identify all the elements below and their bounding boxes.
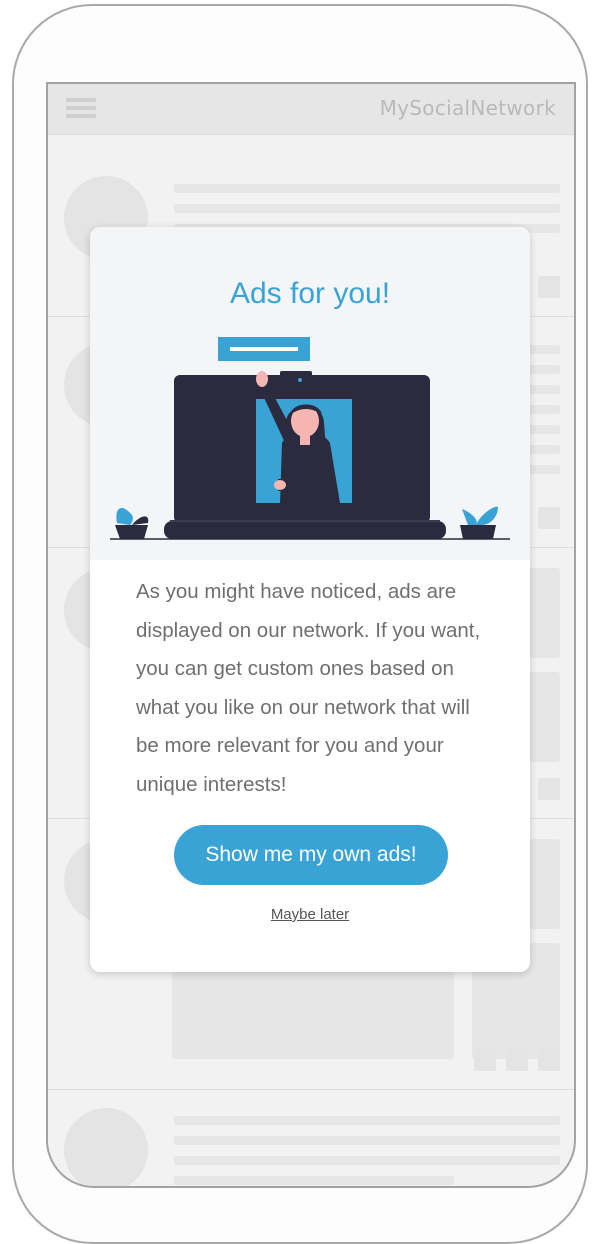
text-placeholder (174, 204, 560, 213)
button-placeholder (538, 276, 560, 298)
text-placeholder (174, 1116, 560, 1125)
brand-name: MySocialNetwork (379, 96, 556, 120)
text-placeholder (174, 1136, 560, 1145)
show-my-ads-button[interactable]: Show me my own ads! (174, 825, 448, 885)
hamburger-menu-icon[interactable] (66, 98, 96, 120)
image-placeholder (172, 969, 454, 1059)
ads-consent-modal: Ads for you! As you might have noticed, … (90, 227, 530, 972)
avatar-placeholder (64, 1108, 148, 1186)
app-header: MySocialNetwork (48, 84, 574, 135)
person-in-laptop-illustration (110, 337, 510, 540)
button-placeholder (538, 507, 560, 529)
feed-item (48, 1090, 574, 1186)
modal-title: Ads for you! (229, 277, 391, 310)
maybe-later-link[interactable]: Maybe later (90, 906, 530, 923)
text-placeholder (174, 184, 560, 193)
modal-illustration-area: Ads for you! (90, 227, 530, 560)
text-placeholder (174, 1156, 560, 1165)
button-placeholder (538, 778, 560, 800)
button-placeholder (538, 1049, 560, 1071)
button-placeholder (474, 1049, 496, 1071)
text-placeholder (174, 1176, 454, 1185)
modal-description: As you might have noticed, ads are displ… (136, 580, 481, 796)
button-placeholder (506, 1049, 528, 1071)
